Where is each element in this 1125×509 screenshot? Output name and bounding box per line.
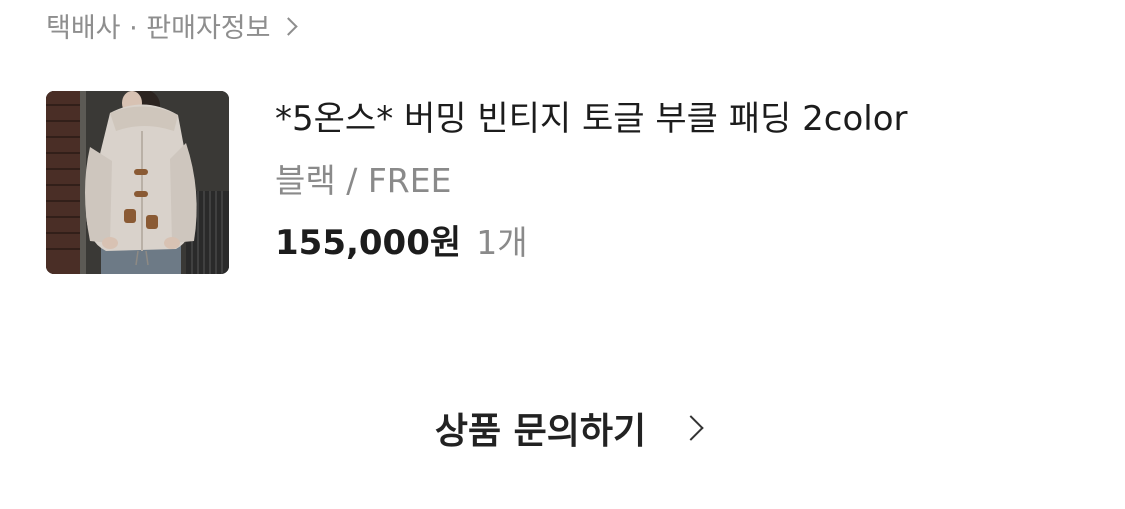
chevron-right-icon [279, 16, 299, 36]
product-price: 155,000원 [275, 223, 462, 263]
product-inquiry-button[interactable]: 상품 문의하기 [0, 402, 1125, 454]
product-thumbnail[interactable] [46, 91, 229, 274]
chevron-right-icon [678, 415, 704, 441]
seller-info-link[interactable]: 택배사 · 판매자정보 [46, 6, 299, 45]
product-row: *5온스* 버밍 빈티지 토글 부클 패딩 2color 블랙 / FREE 1… [46, 91, 907, 275]
product-title[interactable]: *5온스* 버밍 빈티지 토글 부클 패딩 2color [275, 93, 907, 145]
product-inquiry-label: 상품 문의하기 [434, 411, 647, 452]
jacket-photo-image [46, 91, 229, 274]
order-item-page: 택배사 · 판매자정보 *5온스* 버밍 빈티지 토글 부클 패딩 2color… [0, 0, 1125, 509]
product-option: 블랙 / FREE [275, 161, 452, 200]
price-line: 155,000원 1개 [275, 217, 907, 275]
product-inquiry-content: 상품 문의하기 [434, 402, 704, 454]
product-info: *5온스* 버밍 빈티지 토글 부클 패딩 2color 블랙 / FREE 1… [275, 91, 907, 275]
product-quantity: 1개 [476, 223, 528, 262]
seller-info-label: 택배사 · 판매자정보 [46, 13, 271, 44]
